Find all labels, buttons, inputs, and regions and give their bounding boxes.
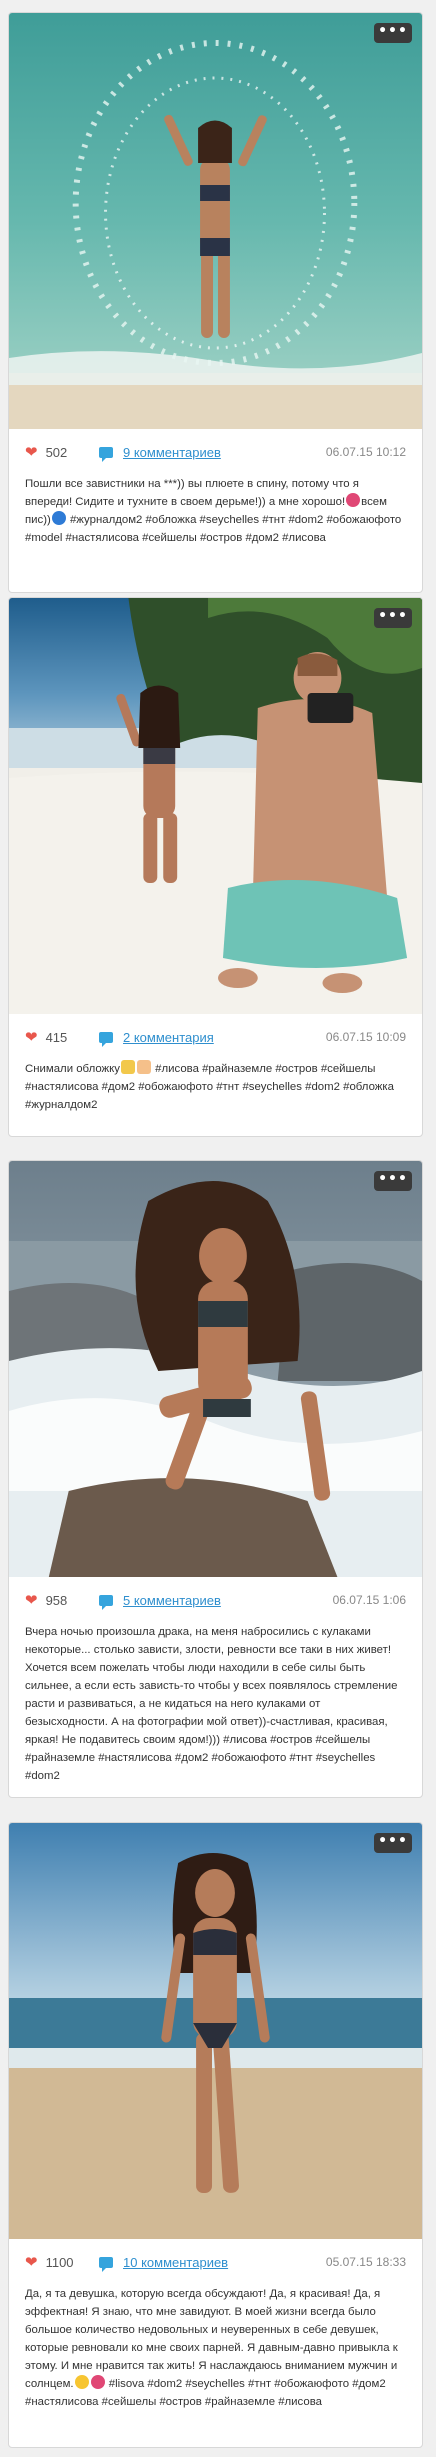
comments-link[interactable]: 10 комментариев bbox=[123, 2255, 228, 2270]
comment-icon bbox=[99, 446, 113, 462]
lips-emoji-icon bbox=[346, 493, 361, 507]
like-button[interactable]: ❤ 415 bbox=[25, 1030, 99, 1045]
post-card: ••• ❤ 958 5 комментариев 06.07.15 1:06 В… bbox=[8, 1160, 423, 1798]
post-meta: ❤ 415 2 комментария 06.07.15 10:09 bbox=[9, 1014, 422, 1060]
post-caption: Снимали обложку #лисова #райназемле #ост… bbox=[9, 1060, 422, 1128]
caption-text: Снимали обложку bbox=[25, 1063, 120, 1075]
rock-waves-photo bbox=[9, 1161, 422, 1577]
beach-splash-photo bbox=[9, 13, 422, 429]
beach-standing-photo bbox=[9, 1823, 422, 2239]
post-card: ••• ❤ 502 9 комментариев 06.07.15 10:12 … bbox=[8, 12, 423, 593]
comments-link[interactable]: 5 комментариев bbox=[123, 1593, 221, 1608]
post-photo[interactable]: ••• bbox=[9, 1161, 422, 1577]
comment-icon bbox=[99, 1594, 113, 1610]
globe-emoji-icon bbox=[51, 511, 66, 525]
like-count: 1100 bbox=[45, 2254, 74, 2270]
post-caption: Пошли все завистники на ***)) вы плюете … bbox=[9, 475, 422, 561]
more-options-button[interactable]: ••• bbox=[374, 23, 412, 43]
like-button[interactable]: ❤ 1100 bbox=[25, 2255, 99, 2270]
post-caption: Вчера ночью произошла драка, на меня наб… bbox=[25, 1626, 398, 1782]
lips-emoji-icon bbox=[90, 2375, 105, 2389]
post-date: 06.07.15 10:09 bbox=[325, 1030, 406, 1044]
post-date: 05.07.15 18:33 bbox=[325, 2255, 406, 2269]
comments-link[interactable]: 9 комментариев bbox=[123, 445, 221, 460]
comments-block: 9 комментариев bbox=[99, 445, 326, 462]
more-options-button[interactable]: ••• bbox=[374, 608, 412, 628]
post-photo[interactable]: ••• bbox=[9, 598, 422, 1014]
post-meta: ❤ 958 5 комментариев 06.07.15 1:06 bbox=[9, 1577, 422, 1623]
thumbs-up-emoji-icon bbox=[136, 1060, 151, 1074]
like-button[interactable]: ❤ 502 bbox=[25, 445, 99, 460]
like-count: 502 bbox=[45, 444, 68, 460]
photo-shoot-photo bbox=[9, 598, 422, 1014]
post-caption: Да, я та девушка, которую всегда обсужда… bbox=[9, 2285, 422, 2425]
post-meta: ❤ 1100 10 комментариев 05.07.15 18:33 bbox=[9, 2239, 422, 2285]
comments-link[interactable]: 2 комментария bbox=[123, 1030, 214, 1045]
sun-emoji-icon bbox=[120, 1060, 135, 1074]
comments-block: 2 комментария bbox=[99, 1030, 326, 1047]
heart-icon: ❤ bbox=[25, 1028, 38, 1046]
like-button[interactable]: ❤ 958 bbox=[25, 1593, 99, 1608]
caption-text: Пошли все завистники на ***)) вы плюете … bbox=[25, 478, 359, 508]
post-photo[interactable]: ••• bbox=[9, 1823, 422, 2239]
comment-icon bbox=[99, 2256, 113, 2272]
like-count: 415 bbox=[45, 1029, 68, 1045]
more-options-button[interactable]: ••• bbox=[374, 1171, 412, 1191]
post-card: ••• ❤ 1100 10 комментариев 05.07.15 18:3… bbox=[8, 1822, 423, 2448]
caption-hashtags: #журналдом2 #обложка #seychelles #тнт #d… bbox=[25, 514, 402, 544]
more-options-button[interactable]: ••• bbox=[374, 1833, 412, 1853]
sun-emoji-icon bbox=[74, 2375, 89, 2389]
post-photo[interactable]: ••• bbox=[9, 13, 422, 429]
heart-icon: ❤ bbox=[25, 443, 38, 461]
post-meta: ❤ 502 9 комментариев 06.07.15 10:12 bbox=[9, 429, 422, 475]
like-count: 958 bbox=[45, 1592, 68, 1608]
comments-block: 10 комментариев bbox=[99, 2255, 326, 2272]
heart-icon: ❤ bbox=[25, 2253, 38, 2271]
heart-icon: ❤ bbox=[25, 1591, 38, 1609]
post-date: 06.07.15 1:06 bbox=[332, 1593, 406, 1607]
comments-block: 5 комментариев bbox=[99, 1593, 333, 1610]
comment-icon bbox=[99, 1031, 113, 1047]
post-card: ••• ❤ 415 2 комментария 06.07.15 10:09 С… bbox=[8, 597, 423, 1137]
post-date: 06.07.15 10:12 bbox=[325, 445, 406, 459]
